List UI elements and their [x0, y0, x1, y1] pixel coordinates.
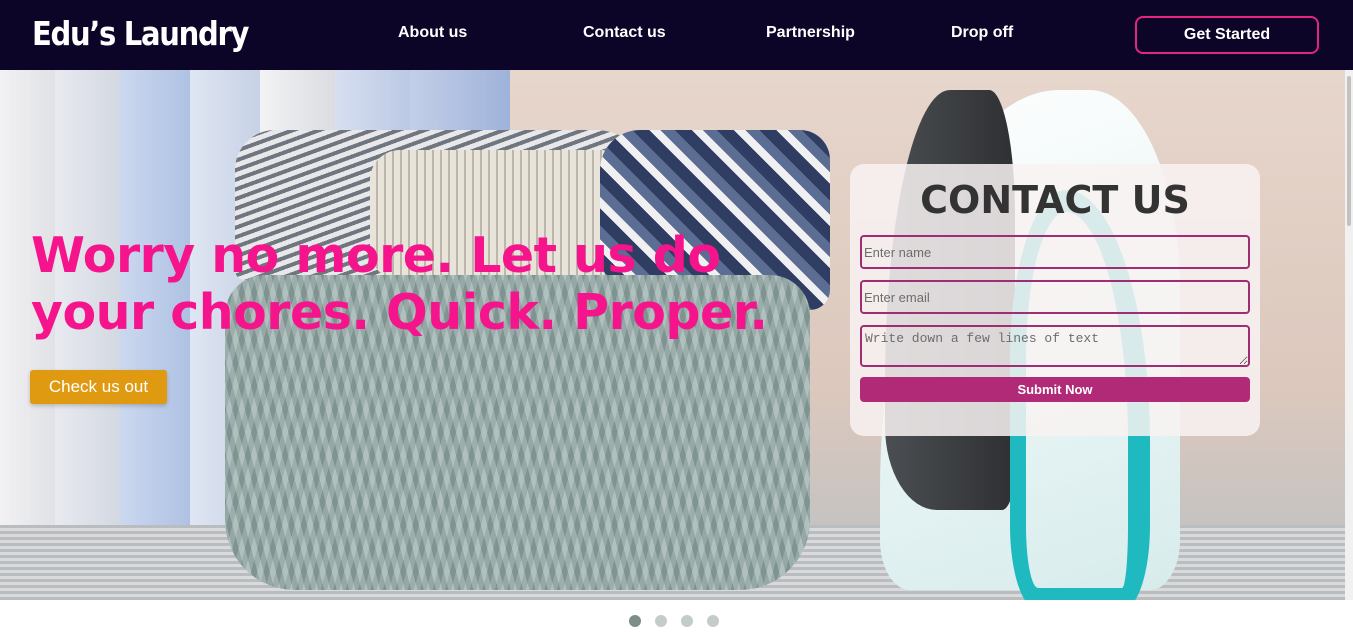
brand-logo[interactable]: Edu’s Laundry: [32, 14, 249, 53]
hero-section: Worry no more. Let us do your chores. Qu…: [0, 70, 1345, 600]
get-started-button[interactable]: Get Started: [1135, 16, 1319, 54]
nav-link-partnership[interactable]: Partnership: [766, 24, 855, 42]
hero-headline: Worry no more. Let us do your chores. Qu…: [31, 227, 768, 341]
carousel-dot-1[interactable]: [629, 615, 641, 627]
submit-button[interactable]: Submit Now: [860, 377, 1250, 402]
message-textarea[interactable]: [860, 325, 1250, 367]
scrollbar-thumb[interactable]: [1347, 76, 1351, 226]
name-input[interactable]: [860, 235, 1250, 269]
carousel-dot-4[interactable]: [707, 615, 719, 627]
nav-link-contact[interactable]: Contact us: [583, 24, 666, 42]
nav-link-about[interactable]: About us: [398, 24, 467, 42]
contact-title: CONTACT US: [920, 178, 1190, 222]
email-input[interactable]: [860, 280, 1250, 314]
check-us-out-button[interactable]: Check us out: [30, 370, 167, 404]
navbar: Edu’s Laundry About us Contact us Partne…: [0, 0, 1353, 70]
contact-form: CONTACT US Submit Now: [850, 164, 1260, 436]
carousel-dot-2[interactable]: [655, 615, 667, 627]
carousel-dot-3[interactable]: [681, 615, 693, 627]
nav-link-drop-off[interactable]: Drop off: [951, 24, 1013, 42]
